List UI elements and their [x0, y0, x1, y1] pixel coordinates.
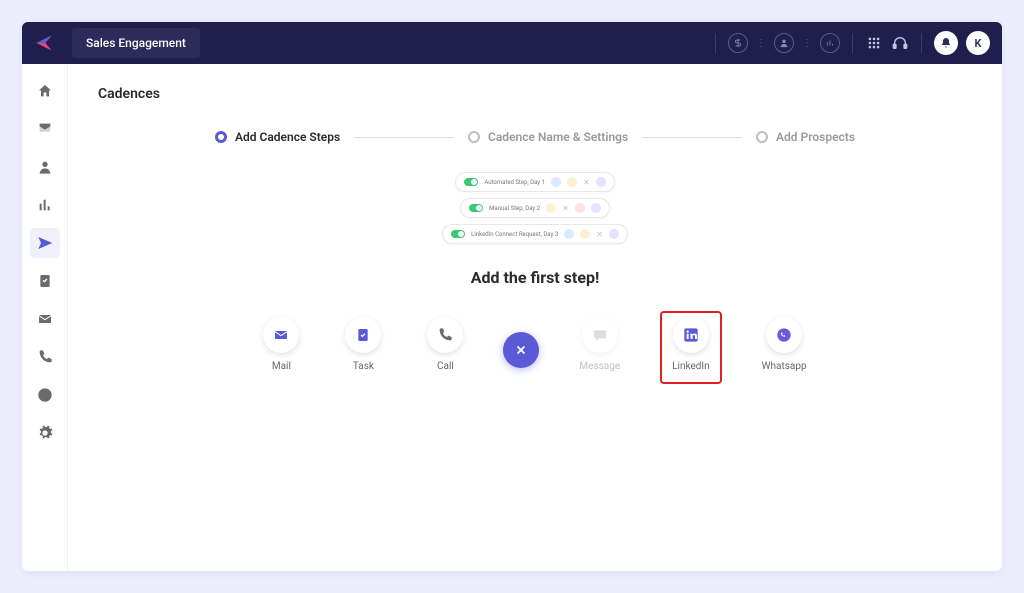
illus-step-icon: [546, 203, 556, 213]
apps-grid-icon[interactable]: [865, 34, 883, 52]
step-bullet-icon: [215, 131, 227, 143]
app-logo-icon[interactable]: [34, 33, 54, 53]
step-type-options: Mail Task Call Message: [98, 311, 972, 384]
illus-step-icon: [591, 203, 601, 213]
sidebar-item-reports[interactable]: [30, 190, 60, 220]
close-icon: ✕: [596, 230, 603, 239]
option-label: Task: [353, 361, 374, 372]
topbar: Sales Engagement ⋮ ⋮ K: [22, 22, 1002, 64]
toggle-icon: [469, 204, 483, 212]
linkedin-icon: [673, 317, 709, 353]
sidebar-item-inbox[interactable]: [30, 114, 60, 144]
topbar-right: ⋮ ⋮ K: [711, 31, 990, 55]
step-connector: [642, 137, 742, 138]
illus-step-icon: [551, 177, 561, 187]
step-bullet-icon: [468, 131, 480, 143]
option-call[interactable]: Call: [421, 311, 469, 378]
option-whatsapp[interactable]: Whatsapp: [756, 311, 813, 378]
sidebar-item-mail[interactable]: [30, 304, 60, 334]
close-options-button[interactable]: [503, 332, 539, 368]
divider: [921, 33, 922, 53]
sidebar-item-analytics[interactable]: [30, 380, 60, 410]
step-add-prospects[interactable]: Add Prospects: [756, 130, 855, 144]
body: Cadences Add Cadence Steps Cadence Name …: [22, 64, 1002, 571]
option-linkedin[interactable]: LinkedIn: [660, 311, 722, 384]
user-icon[interactable]: [774, 33, 794, 53]
option-message: Message: [573, 311, 626, 378]
add-step-prompt: Add the first step!: [98, 268, 972, 287]
divider-dot: ⋮: [756, 38, 766, 49]
currency-icon[interactable]: [728, 33, 748, 53]
illus-text: Manual Step, Day 2: [489, 205, 540, 212]
analytics-icon[interactable]: [820, 33, 840, 53]
option-task[interactable]: Task: [339, 311, 387, 378]
notifications-icon[interactable]: [934, 31, 958, 55]
option-label: Message: [579, 361, 620, 372]
sidebar: [22, 64, 68, 571]
step-connector: [354, 137, 454, 138]
user-avatar[interactable]: K: [966, 31, 990, 55]
illus-step-icon: [564, 229, 574, 239]
illus-step-icon: [580, 229, 590, 239]
call-icon: [427, 317, 463, 353]
app-window: Sales Engagement ⋮ ⋮ K: [22, 22, 1002, 571]
divider: [852, 33, 853, 53]
illus-step-icon: [609, 229, 619, 239]
illus-row: Manual Step, Day 2 ✕: [460, 198, 610, 218]
close-icon: ✕: [583, 178, 590, 187]
option-label: Mail: [272, 361, 291, 372]
illus-text: Automated Step, Day 1: [484, 179, 545, 186]
illus-row: LinkedIn Connect Request, Day 3 ✕: [442, 224, 628, 244]
task-icon: [345, 317, 381, 353]
illus-text: LinkedIn Connect Request, Day 3: [471, 231, 558, 238]
message-icon: [582, 317, 618, 353]
step-label: Add Cadence Steps: [235, 130, 340, 144]
divider-dot: ⋮: [802, 38, 812, 49]
whatsapp-icon: [766, 317, 802, 353]
mail-icon: [263, 317, 299, 353]
sidebar-item-home[interactable]: [30, 76, 60, 106]
headset-icon[interactable]: [891, 34, 909, 52]
illus-step-icon: [596, 177, 606, 187]
close-icon: ✕: [562, 204, 569, 213]
option-label: Call: [437, 361, 454, 372]
step-add-cadence-steps[interactable]: Add Cadence Steps: [215, 130, 340, 144]
toggle-icon: [464, 178, 478, 186]
option-mail[interactable]: Mail: [257, 311, 305, 378]
illus-step-icon: [575, 203, 585, 213]
sidebar-item-settings[interactable]: [30, 418, 60, 448]
sidebar-item-cadences[interactable]: [30, 228, 60, 258]
illus-step-icon: [567, 177, 577, 187]
page-title: Cadences: [98, 86, 972, 102]
toggle-icon: [451, 230, 465, 238]
sidebar-item-tasks[interactable]: [30, 266, 60, 296]
divider: [715, 33, 716, 53]
cadence-illustration: Automated Step, Day 1 ✕ Manual Step, Day…: [98, 172, 972, 244]
step-label: Cadence Name & Settings: [488, 130, 628, 144]
module-name: Sales Engagement: [72, 28, 200, 58]
sidebar-item-calls[interactable]: [30, 342, 60, 372]
wizard-stepper: Add Cadence Steps Cadence Name & Setting…: [215, 130, 855, 144]
step-label: Add Prospects: [776, 130, 855, 144]
step-cadence-name-settings[interactable]: Cadence Name & Settings: [468, 130, 628, 144]
option-label: Whatsapp: [762, 361, 807, 372]
illus-row: Automated Step, Day 1 ✕: [455, 172, 614, 192]
step-bullet-icon: [756, 131, 768, 143]
option-label: LinkedIn: [672, 361, 710, 372]
sidebar-item-contacts[interactable]: [30, 152, 60, 182]
main-content: Cadences Add Cadence Steps Cadence Name …: [68, 64, 1002, 571]
